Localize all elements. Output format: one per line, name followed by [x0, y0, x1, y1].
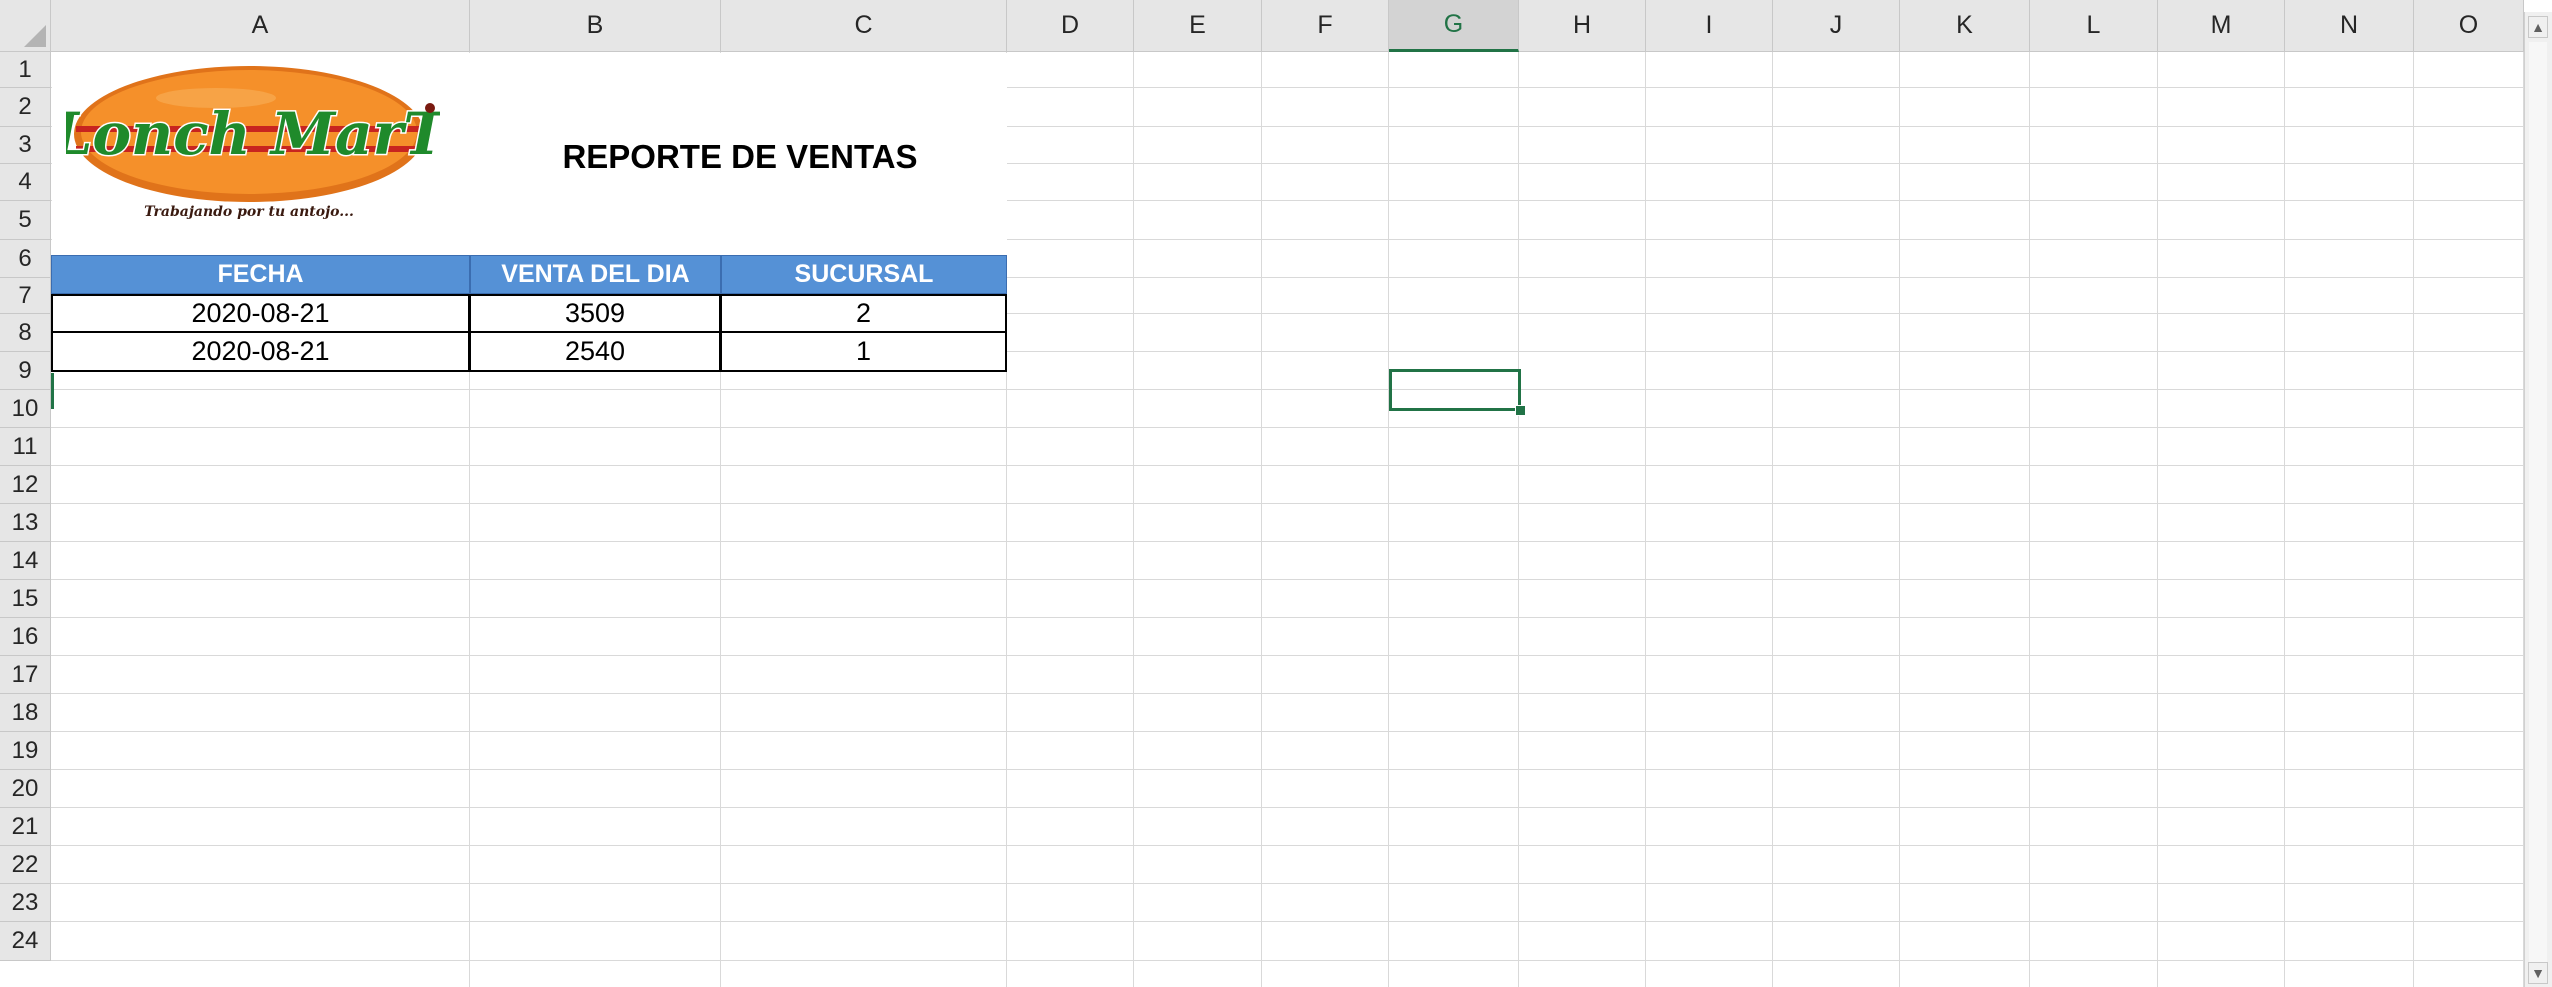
column-header-f[interactable]: F: [1262, 0, 1389, 52]
gridline-horizontal: [51, 465, 2524, 466]
row-header-13[interactable]: 13: [0, 504, 51, 542]
fill-handle[interactable]: [1515, 405, 1526, 416]
row-header-24[interactable]: 24: [0, 922, 51, 961]
select-all-triangle-icon: [24, 25, 46, 47]
lonch-mart-logo: Lonch MarT Trabajando por tu antojo...: [66, 66, 440, 220]
row-header-10[interactable]: 10: [0, 390, 51, 428]
row-header-14[interactable]: 14: [0, 542, 51, 580]
row-header-17[interactable]: 17: [0, 656, 51, 694]
table-header-cell[interactable]: SUCURSAL: [721, 255, 1007, 294]
row-header-15[interactable]: 15: [0, 580, 51, 618]
column-header-h[interactable]: H: [1519, 0, 1646, 52]
active-cell-g9[interactable]: [1389, 369, 1521, 411]
table-header-cell[interactable]: VENTA DEL DIA: [470, 255, 721, 294]
gridline-vertical: [1261, 52, 1262, 987]
gridline-horizontal: [51, 921, 2524, 922]
column-header-n[interactable]: N: [2285, 0, 2414, 52]
table-cell[interactable]: 2020-08-21: [51, 331, 470, 372]
select-all-corner[interactable]: [0, 0, 51, 52]
logo-brand-text: Lonch MarT: [66, 100, 440, 168]
scroll-thumb[interactable]: [2529, 42, 2547, 962]
gridline-vertical: [1518, 52, 1519, 987]
row-header-2[interactable]: 2: [0, 88, 51, 127]
gridline-horizontal: [51, 883, 2524, 884]
gridline-vertical: [2284, 52, 2285, 987]
gridline-vertical: [2029, 52, 2030, 987]
column-header-c[interactable]: C: [721, 0, 1007, 52]
row-header-11[interactable]: 11: [0, 428, 51, 466]
table-cell[interactable]: 1: [720, 331, 1007, 372]
gridline-horizontal: [51, 541, 2524, 542]
gridline-horizontal: [51, 579, 2524, 580]
row-header-22[interactable]: 22: [0, 846, 51, 884]
table-cell[interactable]: 2020-08-21: [51, 294, 470, 333]
gridline-horizontal: [51, 807, 2524, 808]
gridline-horizontal: [51, 617, 2524, 618]
row-header-20[interactable]: 20: [0, 770, 51, 808]
table-cell[interactable]: 2540: [469, 331, 721, 372]
column-header-i[interactable]: I: [1646, 0, 1773, 52]
gridline-horizontal: [51, 389, 2524, 390]
row-header-8[interactable]: 8: [0, 314, 51, 352]
row-header-4[interactable]: 4: [0, 164, 51, 201]
row-header-7[interactable]: 7: [0, 278, 51, 314]
gridline-vertical: [2157, 52, 2158, 987]
gridline-horizontal: [51, 427, 2524, 428]
table-cell[interactable]: 2: [720, 294, 1007, 333]
row-header-21[interactable]: 21: [0, 808, 51, 846]
gridline-vertical: [1899, 52, 1900, 987]
spreadsheet[interactable]: ABCDEFGHIJKLMNO 1 2 3 4 5 6 7 8 9 10 11 12 13 14 15 16 1…: [0, 0, 2552, 987]
gridline-horizontal: [51, 503, 2524, 504]
gridline-horizontal: [51, 960, 2524, 961]
gridline-vertical: [1645, 52, 1646, 987]
gridline-vertical: [2413, 52, 2414, 987]
table-cell[interactable]: 3509: [469, 294, 721, 333]
gridline-horizontal: [51, 845, 2524, 846]
row-header-3[interactable]: 3: [0, 127, 51, 164]
row-header-23[interactable]: 23: [0, 884, 51, 922]
column-header-b[interactable]: B: [470, 0, 721, 52]
column-header-m[interactable]: M: [2158, 0, 2285, 52]
report-title: REPORTE DE VENTAS: [562, 138, 918, 175]
row-header-12[interactable]: 12: [0, 466, 51, 504]
gridline-horizontal: [51, 693, 2524, 694]
column-header-e[interactable]: E: [1134, 0, 1262, 52]
scroll-down-icon[interactable]: ▼: [2528, 962, 2548, 984]
row-header-19[interactable]: 19: [0, 732, 51, 770]
gridline-vertical: [1772, 52, 1773, 987]
column-header-d[interactable]: D: [1007, 0, 1134, 52]
row-header-18[interactable]: 18: [0, 694, 51, 732]
column-header-g[interactable]: G: [1389, 0, 1519, 52]
gridline-vertical: [1388, 52, 1389, 987]
gridline-horizontal: [51, 731, 2524, 732]
gridline-vertical: [1133, 52, 1134, 987]
logo-tagline: Trabajando por tu antojo...: [144, 204, 354, 220]
row-header-1[interactable]: 1: [0, 52, 51, 88]
row-header-9[interactable]: 9: [0, 352, 51, 390]
table-header-cell[interactable]: FECHA: [51, 255, 470, 294]
column-header-k[interactable]: K: [1900, 0, 2030, 52]
column-header-l[interactable]: L: [2030, 0, 2158, 52]
vertical-scrollbar[interactable]: ▲ ▼: [2524, 12, 2552, 987]
row-header-6[interactable]: 6: [0, 240, 51, 278]
gridline-horizontal: [51, 655, 2524, 656]
row-header-16[interactable]: 16: [0, 618, 51, 656]
gridline-horizontal: [51, 769, 2524, 770]
column-header-j[interactable]: J: [1773, 0, 1900, 52]
column-header-o[interactable]: O: [2414, 0, 2524, 52]
column-header-a[interactable]: A: [51, 0, 470, 52]
scroll-up-icon[interactable]: ▲: [2528, 16, 2548, 38]
a9-left-marker: [51, 373, 54, 409]
row-header-5[interactable]: 5: [0, 201, 51, 240]
